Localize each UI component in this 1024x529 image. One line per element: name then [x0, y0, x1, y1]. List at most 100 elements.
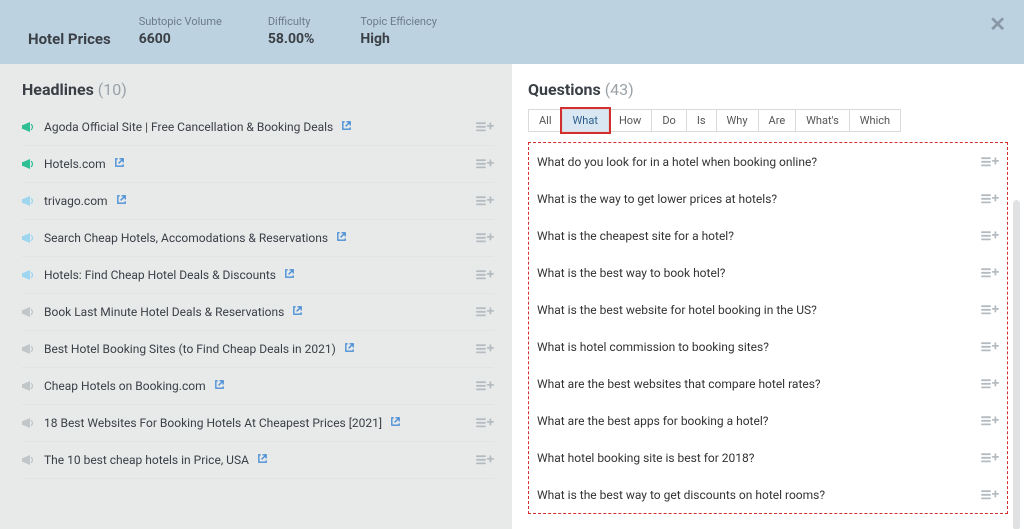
add-to-list-icon[interactable] — [476, 303, 494, 321]
question-row[interactable]: What is the cheapest site for a hotel? — [537, 217, 999, 254]
headline-text: Best Hotel Booking Sites (to Find Cheap … — [44, 342, 336, 356]
add-to-list-icon[interactable] — [476, 266, 494, 284]
add-to-list-icon[interactable] — [981, 486, 999, 504]
question-text: What are the best apps for booking a hot… — [537, 414, 768, 428]
topic-title-block: Hotel Prices — [28, 14, 111, 48]
headline-row[interactable]: Book Last Minute Hotel Deals & Reservati… — [22, 294, 494, 331]
headline-text: trivago.com — [44, 194, 108, 208]
headline-text: The 10 best cheap hotels in Price, USA — [44, 453, 249, 467]
megaphone-icon — [22, 454, 36, 466]
close-icon[interactable]: ✕ — [989, 12, 1006, 36]
metric-subtopic-volume: Subtopic Volume 6600 — [139, 15, 222, 47]
tab-why[interactable]: Why — [716, 109, 759, 132]
question-row[interactable]: What is hotel commission to booking site… — [537, 328, 999, 365]
add-to-list-icon[interactable] — [981, 264, 999, 282]
external-link-icon[interactable] — [344, 342, 355, 357]
add-to-list-icon[interactable] — [981, 375, 999, 393]
headline-row[interactable]: Search Cheap Hotels, Accomodations & Res… — [22, 220, 494, 257]
megaphone-icon — [22, 232, 36, 244]
question-text: What hotel booking site is best for 2018… — [537, 451, 754, 465]
headline-row[interactable]: Best Hotel Booking Sites (to Find Cheap … — [22, 331, 494, 368]
add-to-list-icon[interactable] — [476, 229, 494, 247]
question-row[interactable]: What is the way to get lower prices at h… — [537, 180, 999, 217]
question-text: What is the way to get lower prices at h… — [537, 192, 777, 206]
questions-title: Questions (43) — [528, 80, 1014, 99]
headlines-count: (10) — [98, 80, 127, 99]
headlines-column: Headlines (10) Agoda Official Site | Fre… — [0, 64, 512, 529]
headline-row[interactable]: 18 Best Websites For Booking Hotels At C… — [22, 405, 494, 442]
add-to-list-icon[interactable] — [981, 412, 999, 430]
external-link-icon[interactable] — [292, 305, 303, 320]
metric-difficulty: Difficulty 58.00% — [268, 15, 315, 47]
question-row[interactable]: What are the best apps for booking a hot… — [537, 402, 999, 439]
question-row[interactable]: What is the best way to book hotel? — [537, 254, 999, 291]
question-row[interactable]: What do you look for in a hotel when boo… — [537, 143, 999, 180]
add-to-list-icon[interactable] — [981, 153, 999, 171]
question-row[interactable]: What are the best websites that compare … — [537, 365, 999, 402]
tab-how[interactable]: How — [608, 109, 652, 132]
headlines-title: Headlines (10) — [22, 80, 494, 99]
headline-row[interactable]: Agoda Official Site | Free Cancellation … — [22, 109, 494, 146]
topic-title: Hotel Prices — [28, 30, 111, 48]
main-panel: Headlines (10) Agoda Official Site | Fre… — [0, 64, 1024, 529]
headline-text: Book Last Minute Hotel Deals & Reservati… — [44, 305, 284, 319]
external-link-icon[interactable] — [114, 157, 125, 172]
headline-text: 18 Best Websites For Booking Hotels At C… — [44, 416, 382, 430]
add-to-list-icon[interactable] — [981, 301, 999, 319]
question-text: What is the cheapest site for a hotel? — [537, 229, 734, 243]
megaphone-icon — [22, 121, 36, 133]
scrollbar[interactable] — [1013, 200, 1020, 529]
questions-count: (43) — [605, 80, 634, 99]
megaphone-icon — [22, 380, 36, 392]
megaphone-icon — [22, 195, 36, 207]
add-to-list-icon[interactable] — [981, 449, 999, 467]
add-to-list-icon[interactable] — [476, 451, 494, 469]
question-row[interactable]: What is the best website for hotel booki… — [537, 291, 999, 328]
headline-row[interactable]: Hotels.com — [22, 146, 494, 183]
external-link-icon[interactable] — [257, 453, 268, 468]
external-link-icon[interactable] — [336, 231, 347, 246]
external-link-icon[interactable] — [341, 120, 352, 135]
tab-are[interactable]: Are — [758, 109, 797, 132]
header-bar: Hotel Prices Subtopic Volume 6600 Diffic… — [0, 0, 1024, 64]
questions-tabs: AllWhatHowDoIsWhyAreWhat'sWhich — [528, 109, 1014, 132]
add-to-list-icon[interactable] — [476, 414, 494, 432]
add-to-list-icon[interactable] — [476, 192, 494, 210]
tab-is[interactable]: Is — [686, 109, 717, 132]
add-to-list-icon[interactable] — [981, 227, 999, 245]
tab-do[interactable]: Do — [651, 109, 687, 132]
megaphone-icon — [22, 343, 36, 355]
headline-text: Agoda Official Site | Free Cancellation … — [44, 120, 333, 134]
headline-text: Search Cheap Hotels, Accomodations & Res… — [44, 231, 328, 245]
question-text: What is the best way to get discounts on… — [537, 488, 825, 502]
add-to-list-icon[interactable] — [476, 155, 494, 173]
add-to-list-icon[interactable] — [981, 338, 999, 356]
question-text: What is the best website for hotel booki… — [537, 303, 817, 317]
add-to-list-icon[interactable] — [476, 118, 494, 136]
tab-whats[interactable]: What's — [795, 109, 850, 132]
add-to-list-icon[interactable] — [476, 340, 494, 358]
megaphone-icon — [22, 269, 36, 281]
headline-row[interactable]: trivago.com — [22, 183, 494, 220]
tab-what[interactable]: What — [562, 109, 609, 132]
question-text: What is the best way to book hotel? — [537, 266, 725, 280]
external-link-icon[interactable] — [284, 268, 295, 283]
question-text: What are the best websites that compare … — [537, 377, 821, 391]
headline-row[interactable]: The 10 best cheap hotels in Price, USA — [22, 442, 494, 479]
questions-highlight-box: What do you look for in a hotel when boo… — [528, 142, 1008, 514]
question-row[interactable]: What is the best way to get discounts on… — [537, 476, 999, 513]
external-link-icon[interactable] — [390, 416, 401, 431]
headline-row[interactable]: Hotels: Find Cheap Hotel Deals & Discoun… — [22, 257, 494, 294]
add-to-list-icon[interactable] — [476, 377, 494, 395]
headline-text: Hotels: Find Cheap Hotel Deals & Discoun… — [44, 268, 276, 282]
external-link-icon[interactable] — [214, 379, 225, 394]
metric-topic-efficiency: Topic Efficiency High — [360, 15, 437, 47]
tab-all[interactable]: All — [528, 109, 563, 132]
tab-which[interactable]: Which — [849, 109, 901, 132]
headline-row[interactable]: Cheap Hotels on Booking.com — [22, 368, 494, 405]
add-to-list-icon[interactable] — [981, 190, 999, 208]
megaphone-icon — [22, 417, 36, 429]
headline-text: Cheap Hotels on Booking.com — [44, 379, 206, 393]
external-link-icon[interactable] — [116, 194, 127, 209]
question-row[interactable]: What hotel booking site is best for 2018… — [537, 439, 999, 476]
